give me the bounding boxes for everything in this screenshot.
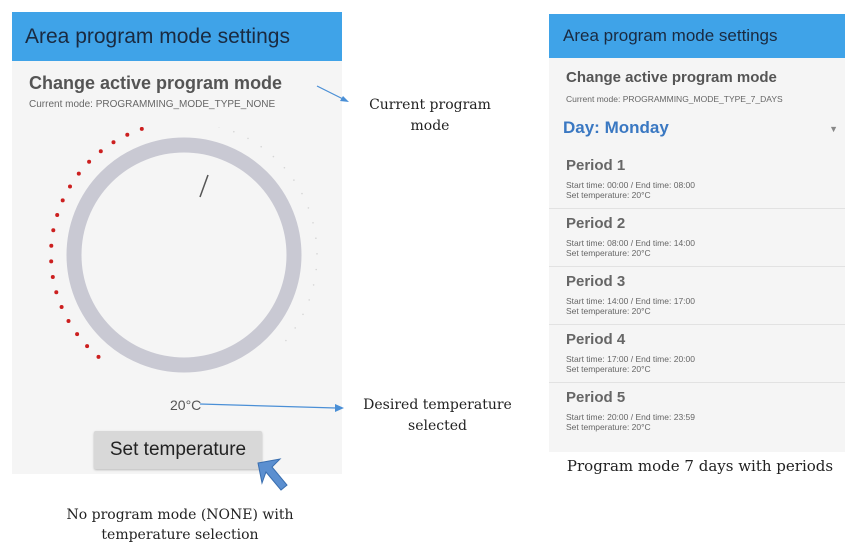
arrow-head	[340, 96, 349, 102]
pointer-arrow-icon	[257, 458, 288, 491]
annotation-no-program-mode: No program mode (NONE) with temperature …	[66, 507, 294, 543]
arrow-head	[335, 404, 344, 412]
annotation-seven-days: Program mode 7 days with periods	[566, 457, 834, 475]
annotation-current-program-mode: Current program mode	[369, 97, 491, 134]
arrow-line	[199, 403, 337, 409]
annotation-desired-temperature: Desired temperature selected	[363, 397, 512, 434]
arrow-line	[316, 85, 346, 101]
